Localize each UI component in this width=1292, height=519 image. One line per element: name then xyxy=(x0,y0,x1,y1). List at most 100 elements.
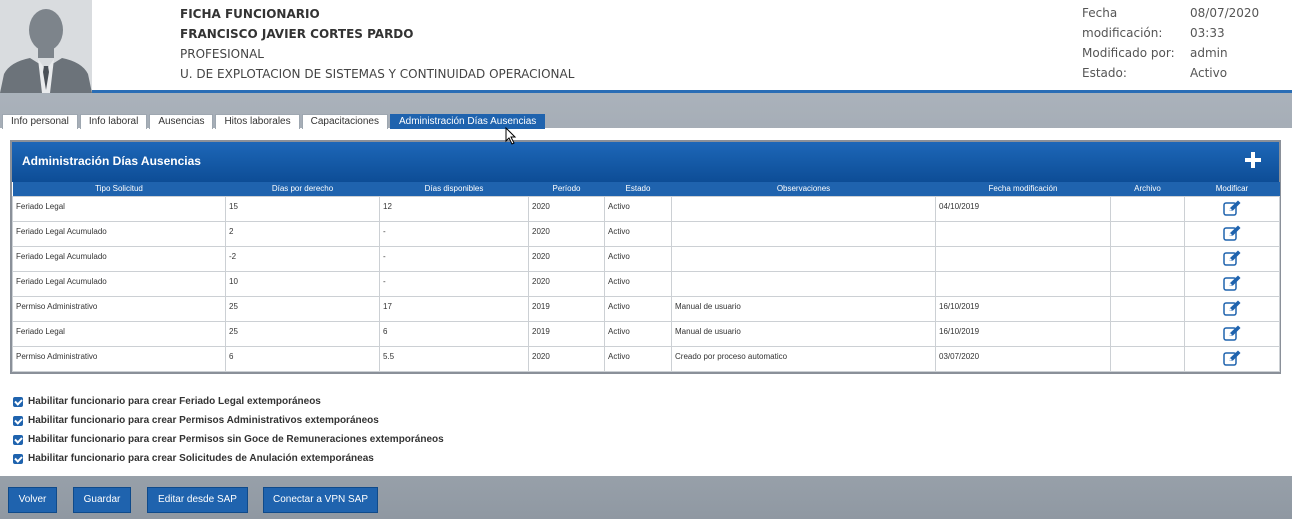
table-row: Permiso Administrativo 25 17 2019 Activo Manu… xyxy=(12,295,1280,322)
modificacion-label: modificación: xyxy=(1082,26,1163,40)
table-cell: Permiso Administrativo xyxy=(12,345,226,372)
table-cell: 03/07/2020 xyxy=(935,345,1111,372)
table-cell xyxy=(671,245,936,272)
panel-header: Administración Días Ausencias xyxy=(12,142,1279,182)
fecha-label: Fecha xyxy=(1082,6,1118,20)
table-cell: Creado por proceso automatico xyxy=(671,345,936,372)
table-cell xyxy=(1110,220,1185,247)
edit-icon[interactable] xyxy=(1223,225,1241,241)
checkbox-row: Habilitar funcionario para crear Solicit… xyxy=(13,449,444,468)
table-row: Permiso Administrativo 6 5.5 2020 Activo Crea… xyxy=(12,345,1280,372)
table-cell: 17 xyxy=(379,295,529,322)
table-cell xyxy=(1110,270,1185,297)
table-cell: 16/10/2019 xyxy=(935,320,1111,347)
table-cell: 2019 xyxy=(528,320,605,347)
table-cell: Activo xyxy=(604,295,672,322)
checkbox-label: Habilitar funcionario para crear Permiso… xyxy=(28,434,444,445)
tab-bar: Info personal Info laboral Ausencias Hit… xyxy=(2,114,546,129)
panel-title: Administración Días Ausencias xyxy=(22,154,201,168)
modificado-por-label: Modificado por: xyxy=(1082,46,1175,60)
absence-days-panel: Administración Días Ausencias Tipo Solic… xyxy=(10,140,1281,374)
table-cell xyxy=(671,220,936,247)
tab-administracion-dias-ausencias[interactable]: Administración Días Ausencias xyxy=(389,114,546,129)
edit-icon[interactable] xyxy=(1223,300,1241,316)
edit-icon[interactable] xyxy=(1223,350,1241,366)
table-cell xyxy=(1110,345,1185,372)
conectar-vpn-sap-button[interactable]: Conectar a VPN SAP xyxy=(263,487,378,513)
table-cell: Activo xyxy=(604,220,672,247)
table-cell: Activo xyxy=(604,320,672,347)
edit-cell xyxy=(1184,295,1280,322)
checkbox-label: Habilitar funcionario para crear Permiso… xyxy=(28,415,379,426)
column-header: Fecha modificación xyxy=(935,182,1111,196)
column-header: Período xyxy=(528,182,605,196)
guardar-button[interactable]: Guardar xyxy=(73,487,131,513)
table-cell: Feriado Legal xyxy=(12,320,226,347)
table-cell: - xyxy=(379,220,529,247)
table-row: Feriado Legal 15 12 2020 Activo 04/10/2019 xyxy=(12,195,1280,222)
table-cell: Activo xyxy=(604,345,672,372)
page-title: FICHA FUNCIONARIO xyxy=(180,7,320,21)
checkbox-label: Habilitar funcionario para crear Solicit… xyxy=(28,453,374,464)
table-cell: Feriado Legal Acumulado xyxy=(12,220,226,247)
table-cell: - xyxy=(379,245,529,272)
tab-capacitaciones[interactable]: Capacitaciones xyxy=(301,114,388,129)
table-cell: 2 xyxy=(225,220,380,247)
table-cell xyxy=(935,220,1111,247)
checkbox[interactable] xyxy=(13,415,23,426)
checkbox[interactable] xyxy=(13,434,23,445)
table-cell: 25 xyxy=(225,320,380,347)
table-cell: 2020 xyxy=(528,195,605,222)
modificado-por-value: admin xyxy=(1190,46,1228,60)
edit-icon[interactable] xyxy=(1223,325,1241,341)
checkbox[interactable] xyxy=(13,453,23,464)
table-cell xyxy=(671,270,936,297)
employee-info: FICHA FUNCIONARIO FRANCISCO JAVIER CORTE… xyxy=(180,4,574,84)
table-cell: Feriado Legal Acumulado xyxy=(12,270,226,297)
table-cell: 04/10/2019 xyxy=(935,195,1111,222)
edit-icon[interactable] xyxy=(1223,275,1241,291)
table-cell: 12 xyxy=(379,195,529,222)
fecha-date: 08/07/2020 xyxy=(1190,6,1260,20)
table-cell: Activo xyxy=(604,270,672,297)
edit-cell xyxy=(1184,345,1280,372)
tab-hitos-laborales[interactable]: Hitos laborales xyxy=(215,114,300,129)
add-icon[interactable] xyxy=(1245,152,1261,168)
fecha-time: 03:33 xyxy=(1190,26,1225,40)
volver-button[interactable]: Volver xyxy=(8,487,57,513)
table-cell: 2020 xyxy=(528,245,605,272)
table-cell: 15 xyxy=(225,195,380,222)
user-silhouette-icon xyxy=(0,0,92,93)
edit-cell xyxy=(1184,245,1280,272)
tab-info-laboral[interactable]: Info laboral xyxy=(79,114,148,129)
checkbox-row: Habilitar funcionario para crear Permiso… xyxy=(13,430,444,449)
avatar xyxy=(0,0,92,93)
employee-unit: U. DE EXPLOTACION DE SISTEMAS Y CONTINUI… xyxy=(180,67,575,81)
tab-ausencias[interactable]: Ausencias xyxy=(149,114,214,129)
checkbox[interactable] xyxy=(13,396,23,407)
column-header: Observaciones xyxy=(671,182,936,196)
edit-icon[interactable] xyxy=(1223,200,1241,216)
table-cell: Activo xyxy=(604,195,672,222)
column-header: Días por derecho xyxy=(225,182,380,196)
table-cell: 6 xyxy=(225,345,380,372)
editar-desde-sap-button[interactable]: Editar desde SAP xyxy=(147,487,248,513)
checkbox-row: Habilitar funcionario para crear Permiso… xyxy=(13,411,444,430)
table-cell: 2020 xyxy=(528,220,605,247)
column-header: Días disponibles xyxy=(379,182,529,196)
table-cell: - xyxy=(379,270,529,297)
edit-icon[interactable] xyxy=(1223,250,1241,266)
table-cell: 25 xyxy=(225,295,380,322)
mouse-cursor-icon xyxy=(505,127,517,145)
tab-info-personal[interactable]: Info personal xyxy=(2,114,78,129)
table-cell: 2020 xyxy=(528,270,605,297)
table-header-row: Tipo Solicitud Días por derecho Días dispo… xyxy=(12,182,1280,196)
column-header: Estado xyxy=(604,182,672,196)
table-row: Feriado Legal Acumulado 10-2020 Activo xyxy=(12,270,1280,297)
table-body: Feriado Legal 15 12 2020 Activo 04/10/2019 Fer… xyxy=(12,195,1280,372)
table-cell: Manual de usuario xyxy=(671,320,936,347)
table-cell: Feriado Legal Acumulado xyxy=(12,245,226,272)
table-cell: Activo xyxy=(604,245,672,272)
table-row: Feriado Legal Acumulado 2-2020 Activo xyxy=(12,220,1280,247)
table-cell: 6 xyxy=(379,320,529,347)
